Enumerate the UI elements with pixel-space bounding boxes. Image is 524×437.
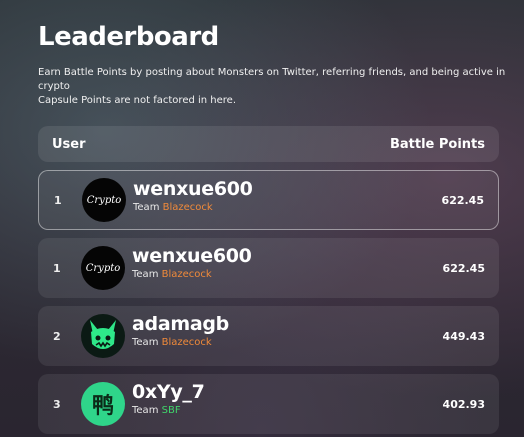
username[interactable]: wenxue600 [132,244,252,268]
page-title: Leaderboard [38,22,219,52]
username[interactable]: adamagb [132,312,229,336]
header-user-label: User [52,136,86,152]
avatar-text: Crypto [85,262,121,274]
avatar-text: Crypto [86,194,122,206]
leaderboard-row[interactable]: 1 Crypto wenxue600 Team Blazecock 622.45 [38,238,499,298]
rank: 1 [54,193,62,207]
team-line: Team Blazecock [133,201,253,215]
user-info: 0xYy_7 Team SBF [132,380,205,418]
team-prefix: Team [132,337,159,348]
user-info: wenxue600 Team Blazecock [132,244,252,282]
battle-points: 622.45 [441,193,484,207]
battle-points: 402.93 [442,397,485,411]
avatar-glyph: 鸭 [91,394,114,419]
battle-points: 622.45 [442,261,485,275]
leaderboard-row[interactable]: 3 鸭 0xYy_7 Team SBF 402.93 [38,374,499,434]
rank: 3 [53,397,61,411]
team-prefix: Team [132,405,159,416]
description-line-2: Capsule Points are not factored in here. [38,95,237,106]
team-name: Blazecock [161,337,212,348]
description-line-1: Earn Battle Points by posting about Mons… [38,67,506,92]
username[interactable]: wenxue600 [133,177,253,201]
team-name: Blazecock [162,202,213,213]
leaderboard-row[interactable]: 2 adamagb Team Blazecock 449.43 [38,306,499,366]
avatar: Crypto [82,178,126,222]
team-line: Team SBF [132,404,205,418]
user-info: adamagb Team Blazecock [132,312,229,350]
rank: 2 [53,329,61,343]
leaderboard-header: User Battle Points [38,126,499,162]
leaderboard-description: Earn Battle Points by posting about Mons… [38,66,508,108]
leaderboard-row-current-user[interactable]: 1 Crypto wenxue600 Team Blazecock 622.45 [38,170,499,230]
team-prefix: Team [132,269,159,280]
header-points-label: Battle Points [389,136,485,152]
battle-points: 449.43 [442,329,485,343]
avatar: 鸭 [81,382,125,426]
team-name: Blazecock [161,269,212,280]
team-line: Team Blazecock [132,336,229,350]
user-info: wenxue600 Team Blazecock [133,177,253,215]
username[interactable]: 0xYy_7 [132,380,205,404]
team-line: Team Blazecock [132,268,252,282]
rank: 1 [53,261,61,275]
team-prefix: Team [133,202,160,213]
team-name: SBF [161,405,181,416]
avatar: Crypto [81,246,125,290]
avatar [81,314,125,358]
fox-icon [90,320,116,349]
